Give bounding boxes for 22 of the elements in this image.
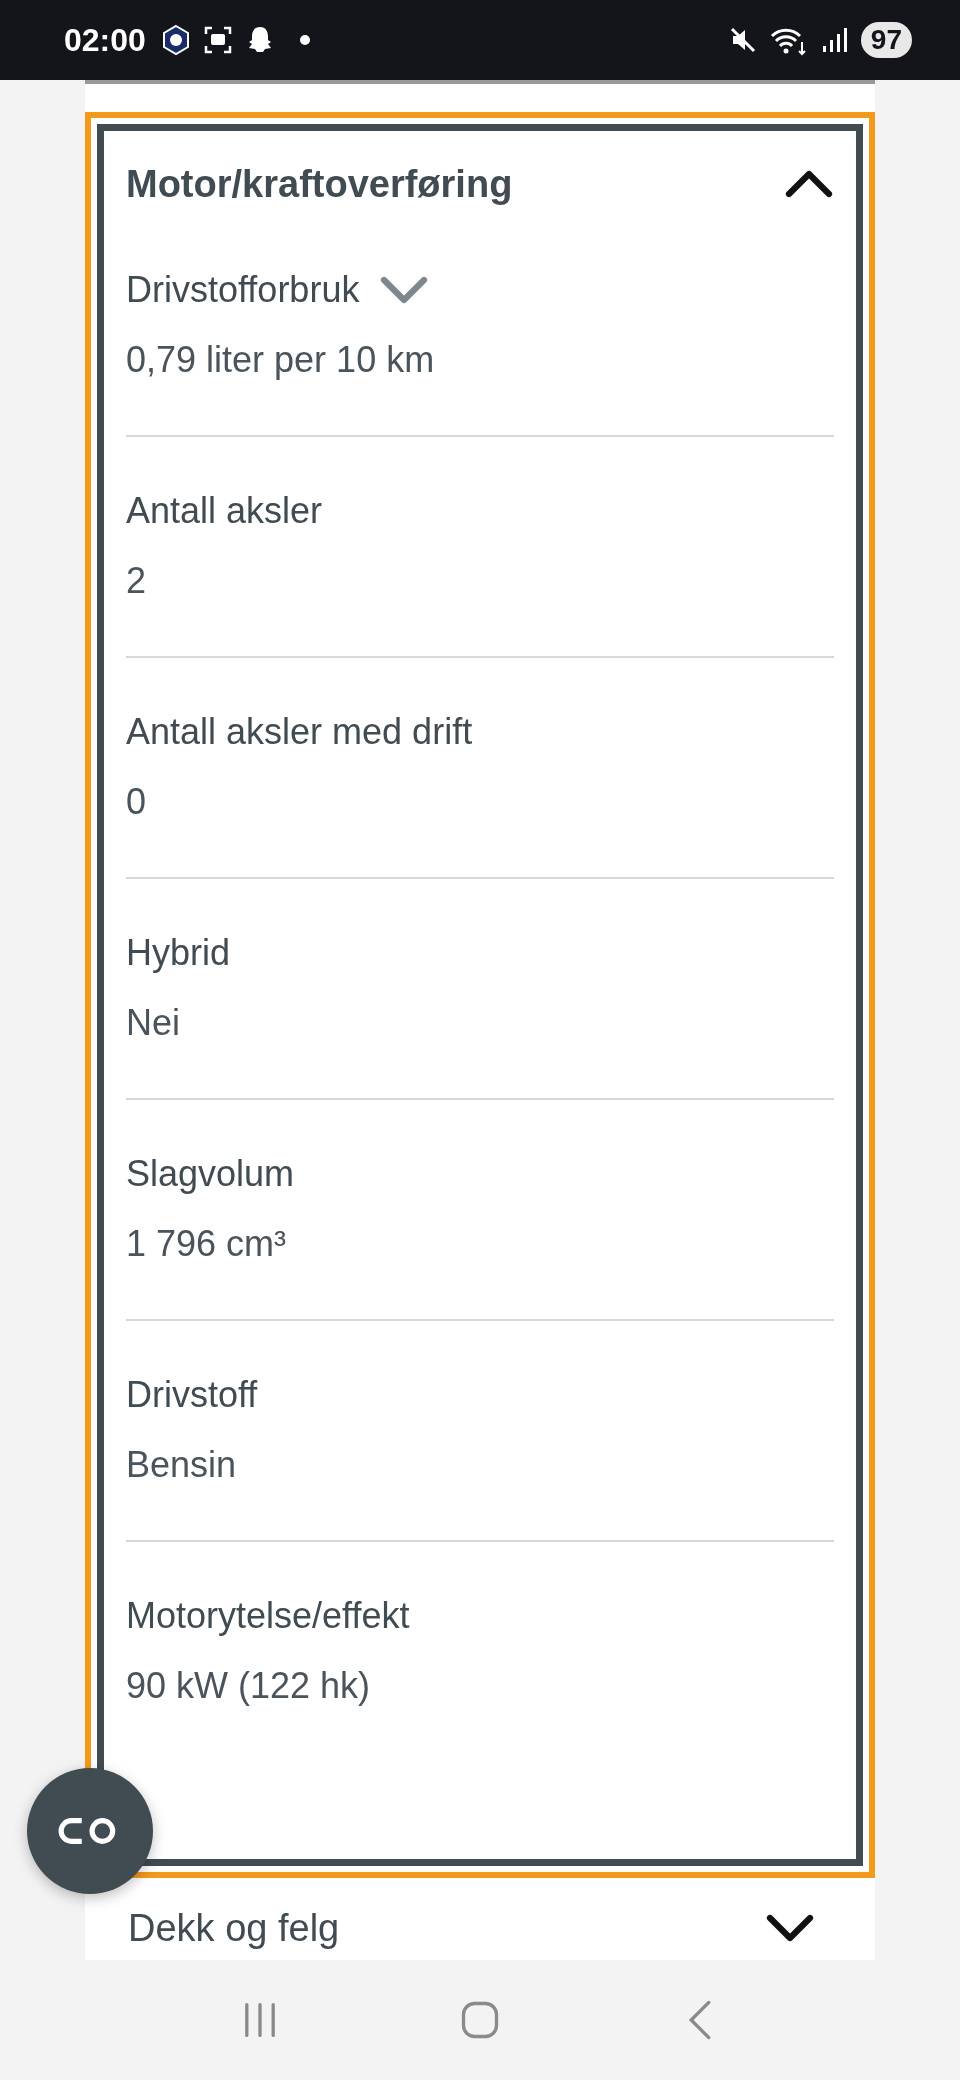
field-label: Drivstoff — [126, 1373, 258, 1417]
car-compare-button[interactable] — [27, 1768, 153, 1894]
field-label: Drivstofforbruk — [126, 268, 360, 312]
status-time: 02:00 — [64, 21, 146, 59]
field-value: Bensin — [126, 1443, 238, 1487]
field-label: Slagvolum — [126, 1152, 295, 1196]
field-value: 0 — [126, 780, 148, 824]
notification-dot-icon — [299, 35, 310, 45]
field-value: 90 kW (122 hk) — [126, 1664, 372, 1708]
field-value: 0,79 liter per 10 km — [126, 338, 436, 382]
field-label: Motorytelse/effekt — [126, 1594, 410, 1638]
field-label: Antall aksler med drift — [126, 710, 473, 754]
field-label: Antall aksler — [126, 489, 323, 533]
field-value: 1 796 cm³ — [126, 1222, 288, 1266]
section-title[interactable]: Motor/kraftoverføring — [126, 159, 513, 209]
field-value: Nei — [126, 1001, 182, 1045]
battery-level: 97 — [860, 22, 912, 58]
chevron-up-icon[interactable] — [784, 169, 834, 199]
field-value: 2 — [126, 559, 148, 603]
section-title[interactable]: Dekk og felg — [128, 1906, 340, 1950]
field-label: Hybrid — [126, 931, 231, 975]
chevron-down-icon[interactable] — [765, 1913, 815, 1943]
